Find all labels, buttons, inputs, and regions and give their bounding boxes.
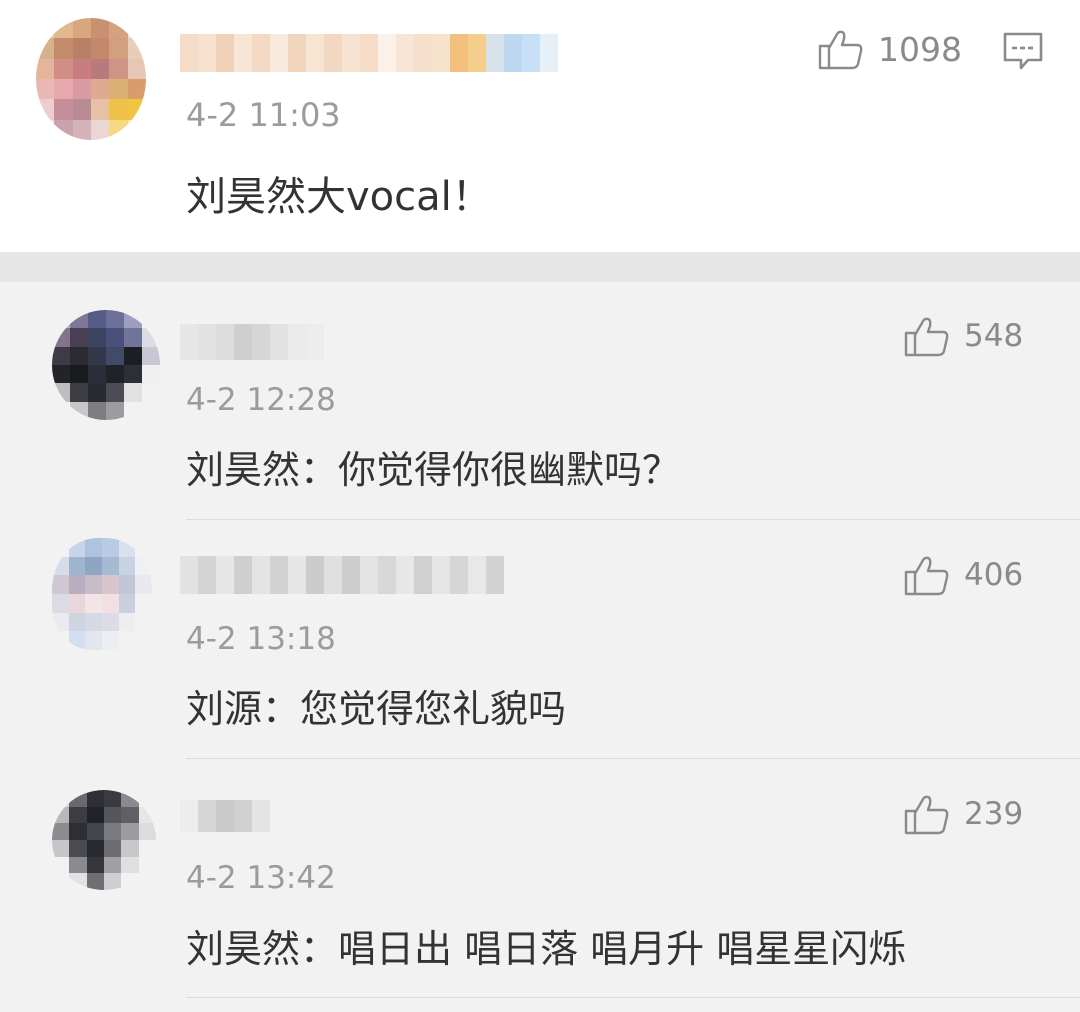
- blurred-username[interactable]: [180, 800, 270, 832]
- thumbs-up-icon: [904, 554, 950, 596]
- thumbs-up-icon: [818, 28, 864, 70]
- reply-list: 4-2 12:28 刘昊然：你觉得你很幽默吗？ 548 4-2 13:18 刘源…: [0, 282, 1080, 1012]
- reply-divider: [186, 519, 1080, 520]
- reply-time: 4-2 13:42: [186, 860, 336, 896]
- reply-divider: [186, 758, 1080, 759]
- thumbs-up-icon: [904, 315, 950, 357]
- reply-time: 4-2 12:28: [186, 382, 336, 418]
- like-button[interactable]: 239: [904, 793, 1023, 835]
- reply-time: 4-2 13:18: [186, 621, 336, 657]
- commenter-avatar[interactable]: [36, 18, 146, 140]
- replier-avatar[interactable]: [52, 790, 156, 890]
- like-count: 239: [964, 795, 1024, 832]
- like-count: 1098: [878, 29, 962, 69]
- blurred-username[interactable]: [180, 324, 324, 360]
- like-button[interactable]: 1098: [818, 28, 962, 70]
- blurred-username[interactable]: [180, 556, 504, 594]
- reply-divider: [186, 997, 1080, 998]
- like-count: 548: [964, 317, 1024, 354]
- like-button[interactable]: 406: [904, 554, 1023, 596]
- blurred-username[interactable]: [180, 34, 558, 72]
- reply-text: 刘昊然：你觉得你很幽默吗？: [186, 448, 681, 492]
- reply-text: 刘昊然：唱日出 唱日落 唱月升 唱星星闪烁: [186, 927, 907, 971]
- replier-avatar[interactable]: [52, 310, 160, 420]
- like-button[interactable]: 548: [904, 315, 1023, 357]
- thumbs-up-icon: [904, 793, 950, 835]
- main-comment: 4-2 11:03 刘昊然大vocal！ 1098: [0, 0, 1080, 252]
- comment-text: 刘昊然大vocal！: [186, 174, 492, 220]
- reply-text: 刘源：您觉得您礼貌吗: [186, 687, 567, 731]
- replier-avatar[interactable]: [52, 538, 152, 650]
- comment-time: 4-2 11:03: [186, 96, 341, 134]
- section-separator: [0, 252, 1080, 282]
- like-count: 406: [964, 556, 1024, 593]
- comment-icon[interactable]: [1002, 30, 1044, 76]
